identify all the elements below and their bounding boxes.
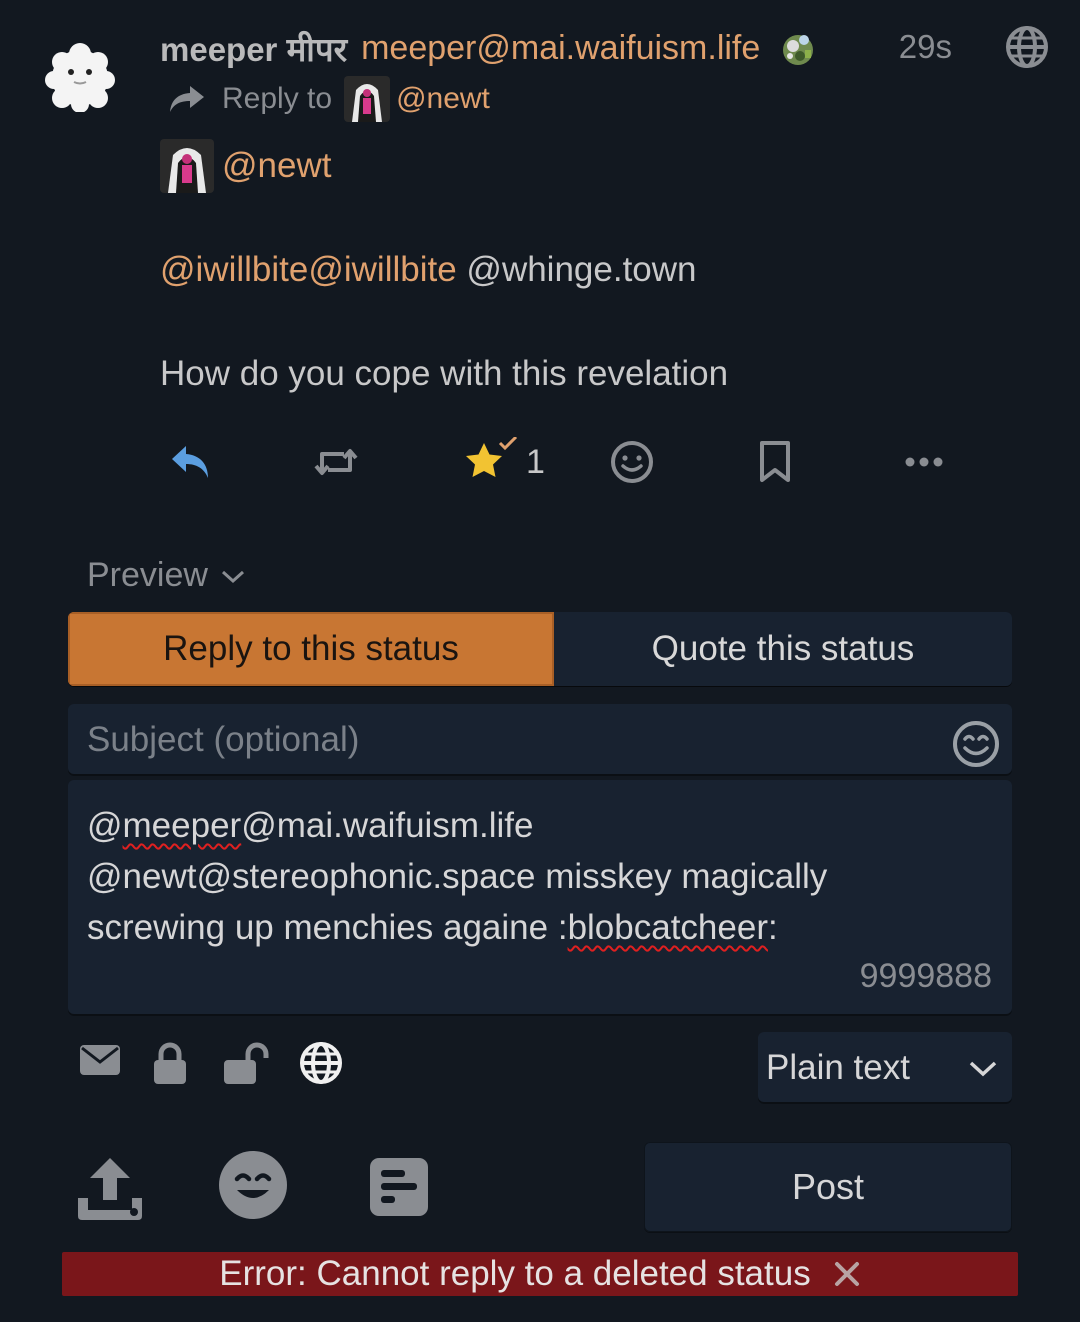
post-button[interactable]: Post — [644, 1142, 1012, 1232]
emoji-icon[interactable] — [218, 1150, 288, 1220]
favorite-button[interactable]: 1 — [460, 436, 545, 488]
globe-icon — [1006, 26, 1048, 68]
text-segment: @ — [87, 806, 123, 845]
newt-avatar — [160, 139, 214, 193]
reply-button[interactable] — [168, 436, 212, 488]
misspelled-word: blobcatcheer — [567, 908, 768, 947]
visibility-selector — [78, 1040, 358, 1092]
emoji-picker-icon[interactable] — [952, 720, 1000, 768]
tab-quote[interactable]: Quote this status — [554, 612, 1012, 686]
upload-icon[interactable] — [74, 1154, 146, 1224]
error-message: Error: Cannot reply to a deleted status — [219, 1254, 811, 1293]
display-name[interactable]: meeper मीपर — [160, 26, 347, 71]
composer-tools — [72, 1150, 452, 1230]
format-select[interactable]: Plain text — [758, 1032, 1012, 1104]
envelope-icon[interactable] — [78, 1042, 122, 1078]
poll-icon[interactable] — [368, 1156, 430, 1218]
ellipsis-icon — [905, 457, 943, 467]
format-value: Plain text — [766, 1048, 910, 1087]
status-header: meeper मीपर meeper@mai.waifuism.life 29s — [160, 26, 1050, 70]
text-line: @newt@stereophonic.space misskey magical… — [87, 857, 828, 896]
more-button[interactable] — [904, 436, 944, 488]
status-textarea[interactable]: @meeper@mai.waifuism.life @newt@stereoph… — [68, 780, 1012, 1016]
mention-link[interactable]: @newt — [222, 140, 331, 192]
reply-mode-tabs: Reply to this status Quote this status — [68, 612, 1012, 686]
close-icon[interactable] — [833, 1260, 861, 1288]
newt-avatar — [344, 76, 391, 122]
character-counter: 9999888 — [859, 957, 992, 995]
react-button[interactable] — [610, 436, 654, 488]
reply-to-line[interactable]: Reply to @newt — [168, 76, 490, 122]
preview-toggle[interactable]: Preview — [87, 556, 248, 595]
lock-icon[interactable] — [152, 1042, 188, 1086]
text-line: screwing up menchies againe :blobcatchee… — [87, 902, 993, 953]
content-text: How do you cope with this revelation — [160, 354, 729, 393]
tab-reply[interactable]: Reply to this status — [68, 612, 554, 686]
globe-icon[interactable] — [300, 1042, 342, 1084]
mention-link[interactable]: @iwillbite@iwillbite — [160, 244, 457, 296]
chevron-down-icon — [969, 1061, 997, 1077]
text-segment: @mai.waifuism.life — [241, 806, 534, 845]
status-content: @newt @iwillbite@iwillbite @whinge.town … — [160, 139, 1040, 400]
preview-label: Preview — [87, 556, 208, 594]
reply-to-user[interactable]: @newt — [396, 82, 490, 116]
user-avatar[interactable] — [44, 40, 116, 112]
text-segment: screwing up menchies againe : — [87, 908, 568, 947]
bookmark-icon — [760, 441, 790, 482]
smile-icon — [611, 441, 653, 483]
error-banner: Error: Cannot reply to a deleted status — [62, 1252, 1018, 1296]
bookmark-button[interactable] — [757, 436, 793, 488]
share-arrow-icon — [170, 86, 204, 112]
retweet-icon — [314, 449, 358, 475]
text-line: @meeper@mai.waifuism.life — [87, 800, 993, 851]
content-text: @whinge.town — [456, 250, 697, 289]
status-actions: 1 — [160, 436, 960, 488]
repeat-button[interactable] — [312, 436, 360, 488]
subject-placeholder: Subject (optional) — [87, 720, 360, 759]
chevron-down-icon — [221, 570, 244, 583]
favorite-count: 1 — [526, 442, 545, 481]
star-icon — [466, 437, 518, 477]
custom-emoji-icon — [783, 35, 814, 65]
reply-to-label: Reply to — [222, 82, 333, 115]
lock-open-icon[interactable] — [222, 1042, 270, 1086]
timestamp[interactable]: 29s — [899, 28, 952, 66]
subject-input[interactable]: Subject (optional) — [68, 704, 1012, 776]
misspelled-word: meeper — [122, 806, 242, 845]
reply-icon — [172, 446, 208, 478]
status-card: meeper मीपर meeper@mai.waifuism.life 29s… — [0, 0, 1080, 530]
account-name[interactable]: meeper@mai.waifuism.life — [361, 29, 760, 68]
text-segment: : — [767, 908, 778, 947]
